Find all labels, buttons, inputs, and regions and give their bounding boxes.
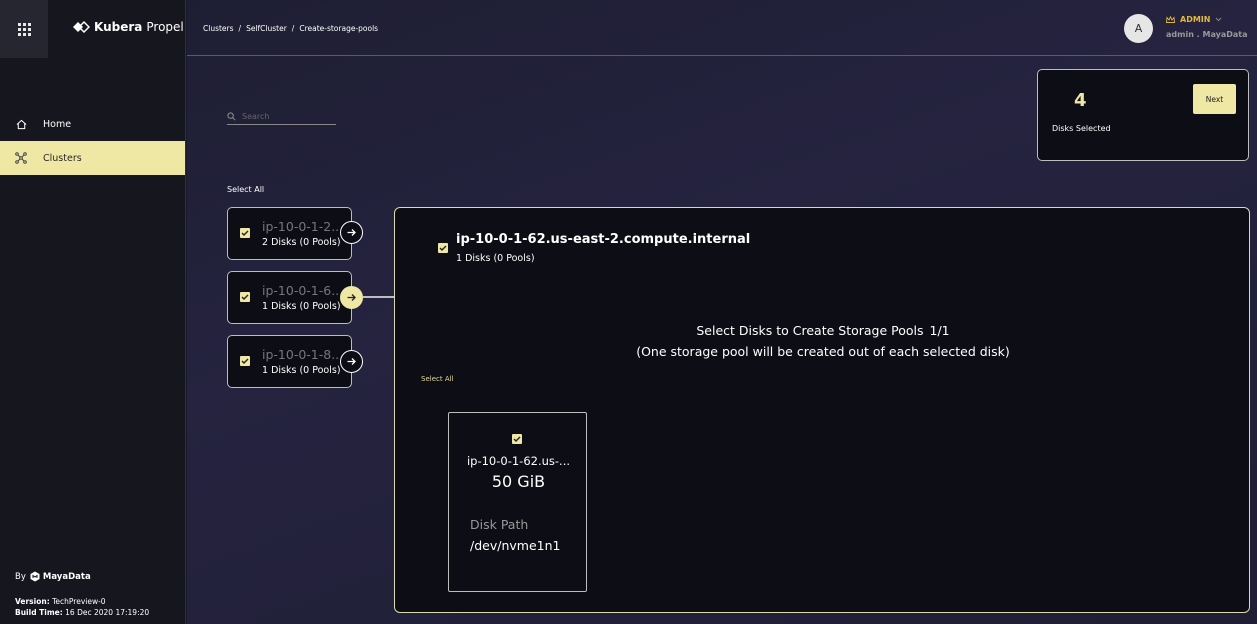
by-label: By (15, 571, 26, 582)
breadcrumb-selfcluster[interactable]: SelfCluster (246, 24, 287, 33)
brand-logo[interactable]: Kubera Propel (72, 20, 184, 34)
check-icon (241, 294, 249, 300)
node-card[interactable]: ip-10-0-1-8... 1 Disks (0 Pools) (227, 335, 352, 388)
arrow-right-icon (347, 358, 356, 365)
home-icon (14, 117, 28, 131)
version-value: TechPreview-0 (52, 597, 106, 606)
node-name: ip-10-0-1-6... (262, 283, 344, 298)
disk-name: ip-10-0-1-62.us-... (466, 454, 571, 468)
user-role: ADMIN (1180, 15, 1211, 24)
disk-card[interactable]: ip-10-0-1-62.us-... 50 GiB Disk Path /de… (448, 412, 587, 592)
search-bar[interactable] (227, 108, 336, 125)
next-button[interactable]: Next (1193, 84, 1236, 114)
avatar[interactable]: A (1124, 14, 1153, 43)
node-name: ip-10-0-1-8... (262, 347, 344, 362)
node-expand-button[interactable] (340, 350, 363, 373)
version-label: Version: (15, 597, 50, 606)
check-icon (439, 245, 447, 251)
node-expand-button[interactable] (340, 286, 363, 309)
disk-checkbox[interactable] (512, 434, 522, 444)
chevron-down-icon (1216, 17, 1222, 22)
disk-path: /dev/nvme1n1 (470, 538, 561, 553)
sidebar-item-home[interactable]: Home (0, 107, 185, 141)
arrow-right-icon (347, 229, 356, 236)
brand-name: Kubera (94, 20, 143, 34)
select-all-disks[interactable]: Select All (421, 375, 454, 383)
node-disk-count: 1 Disks (0 Pools) (262, 365, 341, 376)
node-name: ip-10-0-1-2... (262, 219, 344, 234)
sidebar-item-clusters[interactable]: Clusters (0, 141, 185, 175)
disk-path-label: Disk Path (470, 517, 529, 532)
kubera-logo-icon (73, 20, 90, 34)
pool-heading-note: (One storage pool will be created out of… (636, 344, 1010, 359)
breadcrumb-separator: / (238, 24, 242, 33)
connector-line (363, 296, 395, 298)
node-disk-count: 1 Disks (0 Pools) (262, 301, 341, 312)
mayadata-logo: MayaData (30, 571, 91, 582)
build-value: 16 Dec 2020 17:19:20 (65, 608, 150, 617)
crown-icon (1166, 16, 1175, 23)
by-mayadata: By MayaData (15, 571, 91, 582)
clusters-icon (14, 151, 28, 165)
grid-icon (17, 22, 31, 36)
selected-count: 4 (1074, 90, 1087, 111)
node-disk-count: 2 Disks (0 Pools) (262, 237, 341, 248)
check-icon (241, 358, 249, 364)
sidebar: Kubera Propel Home Clusters By MayaData V… (0, 0, 186, 624)
app-grid-button[interactable] (0, 0, 48, 58)
node-detail-disk-count: 1 Disks (0 Pools) (456, 253, 535, 264)
topbar: Clusters / SelfCluster / Create-storage-… (187, 0, 1257, 56)
selected-label: Disks Selected (1052, 124, 1111, 133)
version-info: Version: TechPreview-0 Build Time: 16 De… (15, 596, 149, 618)
main-content: Clusters / SelfCluster / Create-storage-… (187, 0, 1257, 624)
node-detail-panel: ip-10-0-1-62.us-east-2.compute.internal … (394, 207, 1250, 613)
search-icon (227, 111, 236, 120)
breadcrumb-clusters[interactable]: Clusters (203, 24, 234, 33)
node-checkbox[interactable] (240, 228, 250, 238)
check-icon (241, 230, 249, 236)
select-all-nodes[interactable]: Select All (227, 185, 264, 194)
arrow-right-icon (347, 294, 356, 301)
node-checkbox[interactable] (240, 292, 250, 302)
node-detail-title: ip-10-0-1-62.us-east-2.compute.internal (456, 232, 751, 247)
node-card[interactable]: ip-10-0-1-2... 2 Disks (0 Pools) (227, 207, 352, 260)
mayadata-icon (30, 571, 40, 582)
brand-sub: Propel (146, 20, 184, 34)
breadcrumb: Clusters / SelfCluster / Create-storage-… (203, 24, 378, 33)
user-role-menu[interactable]: ADMIN (1166, 15, 1222, 24)
node-card[interactable]: ip-10-0-1-6... 1 Disks (0 Pools) (227, 271, 352, 324)
node-checkbox[interactable] (240, 356, 250, 366)
user-name: admin . MayaData (1166, 30, 1248, 39)
breadcrumb-separator: / (291, 24, 295, 33)
sidebar-item-label: Clusters (43, 152, 82, 164)
check-icon (513, 436, 521, 442)
search-input[interactable] (242, 111, 322, 121)
build-label: Build Time: (15, 608, 63, 617)
selection-summary: 4 Disks Selected Next (1037, 69, 1249, 161)
disk-size: 50 GiB (491, 472, 546, 491)
pool-heading-count: 1/1 (929, 323, 950, 338)
company-name: MayaData (42, 571, 91, 582)
node-expand-button[interactable] (340, 221, 363, 244)
sidebar-item-label: Home (43, 118, 72, 130)
pool-heading: Select Disks to Create Storage Pools 1/1 … (395, 320, 1251, 362)
breadcrumb-current: Create-storage-pools (299, 24, 379, 33)
node-detail-checkbox[interactable] (438, 243, 448, 253)
pool-heading-text: Select Disks to Create Storage Pools (696, 323, 924, 338)
